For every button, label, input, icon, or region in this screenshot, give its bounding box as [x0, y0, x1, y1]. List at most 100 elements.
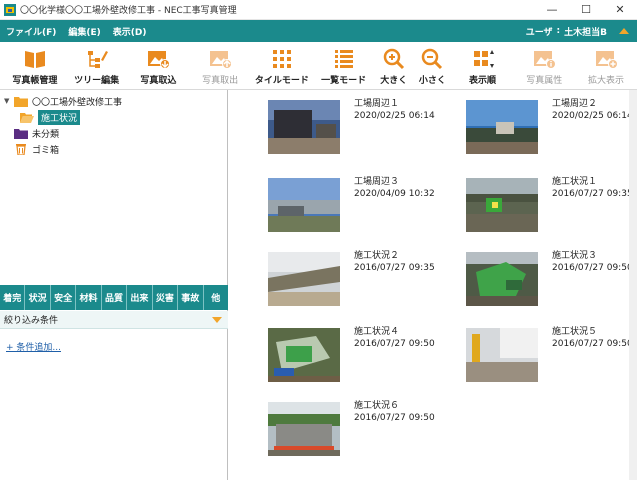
photo-attributes-label: 写真属性 — [526, 76, 563, 86]
filter-tab-workmanship[interactable]: 出来 — [127, 285, 153, 310]
photo-thumbnail[interactable] — [268, 402, 340, 456]
zoom-in-label: 大きく — [380, 76, 408, 86]
menu-view[interactable]: 表示(D) — [107, 25, 153, 38]
tree-item-project[interactable]: ▼ 〇〇工場外壁改修工事 — [0, 93, 228, 109]
photo-book-icon — [24, 51, 45, 68]
title-bar: 〇〇化学様〇〇工場外壁改修工事 - NEC工事写真管理 — ☐ ✕ — [0, 0, 637, 20]
filter-tab-completion[interactable]: 着完 — [0, 285, 26, 310]
photo-thumbnail[interactable] — [268, 328, 340, 382]
photo-item[interactable]: 施工状況５ 2016/07/27 09:50 — [466, 324, 637, 394]
tile-mode-icon — [272, 50, 291, 68]
tree-edit-icon — [87, 51, 108, 68]
photo-date: 2016/07/27 09:50 — [354, 339, 435, 349]
photo-book-label: 写真帳管理 — [12, 76, 58, 86]
enlarge-view-button[interactable]: 拡大表示 — [575, 42, 637, 90]
user-name: 土木担当B — [564, 27, 607, 38]
photo-name: 施工状況３ — [552, 251, 598, 261]
photo-name: 施工状況１ — [552, 177, 598, 187]
photo-name: 施工状況５ — [552, 327, 598, 337]
list-mode-label: 一覧モード — [321, 76, 367, 86]
close-icon: ✕ — [615, 3, 625, 16]
open-folder-icon — [20, 112, 34, 123]
tree-edit-button[interactable]: ツリー編集 — [66, 42, 128, 90]
photo-export-button[interactable]: 写真取出 — [189, 42, 251, 90]
tree-item-project-label: 〇〇工場外壁改修工事 — [32, 97, 123, 108]
tree-item-trash-label: ゴミ箱 — [32, 145, 60, 156]
user-area: ユーザ : 土木担当B — [526, 25, 637, 38]
enlarge-view-label: 拡大表示 — [588, 76, 625, 86]
menu-edit[interactable]: 編集(E) — [62, 25, 106, 38]
filter-tab-materials[interactable]: 材料 — [76, 285, 102, 310]
filter-tab-other[interactable]: 他 — [204, 285, 228, 310]
window-title: 〇〇化学様〇〇工場外壁改修工事 - NEC工事写真管理 — [20, 6, 237, 16]
photo-book-button[interactable]: 写真帳管理 — [4, 42, 66, 90]
scrollbar[interactable] — [629, 90, 637, 480]
sort-order-label: 表示順 — [469, 76, 497, 86]
tree-item-unsorted[interactable]: 未分類 — [0, 125, 228, 141]
photo-date: 2016/07/27 09:50 — [552, 339, 633, 349]
photo-attributes-button[interactable]: 写真属性 — [513, 42, 575, 90]
add-condition-link[interactable]: + 条件追加... — [6, 340, 61, 353]
zoom-out-button[interactable]: 小さく — [413, 42, 452, 90]
photo-item[interactable]: 工場周辺２ 2020/02/25 06:14 — [466, 96, 637, 166]
photo-item[interactable]: 施工状況４ 2016/07/27 09:50 — [268, 324, 453, 394]
zoom-out-icon — [422, 48, 443, 70]
collapse-ribbon-icon[interactable] — [619, 28, 629, 34]
photo-item[interactable]: 施工状況６ 2016/07/27 09:50 — [268, 398, 453, 468]
zoom-in-icon — [383, 48, 404, 70]
menu-file[interactable]: ファイル(F) — [0, 25, 62, 38]
left-pane: ▼ 〇〇工場外壁改修工事 施工状況 未分類 ゴミ箱 着完 状況 安全 材料 品質… — [0, 90, 228, 480]
photo-item[interactable]: 施工状況２ 2016/07/27 09:35 — [268, 248, 453, 318]
tree-item-trash[interactable]: ゴミ箱 — [0, 141, 228, 157]
photo-item[interactable]: 施工状況３ 2016/07/27 09:50 — [466, 248, 637, 318]
photo-thumbnail[interactable] — [466, 328, 538, 382]
photo-thumbnail[interactable] — [466, 178, 538, 232]
photo-import-label: 写真取込 — [140, 76, 177, 86]
folder-icon — [14, 96, 28, 107]
filter-tab-safety[interactable]: 安全 — [51, 285, 77, 310]
close-button[interactable]: ✕ — [603, 0, 637, 20]
zoom-out-label: 小さく — [418, 76, 446, 86]
collapse-arrow-icon[interactable]: ▼ — [4, 97, 14, 105]
sort-order-button[interactable]: 表示順 — [452, 42, 514, 90]
sort-order-icon — [473, 50, 494, 68]
photo-item[interactable]: 工場周辺３ 2020/04/09 10:32 — [268, 174, 453, 244]
photo-thumbnail[interactable] — [268, 100, 340, 154]
folder-tree: ▼ 〇〇工場外壁改修工事 施工状況 未分類 ゴミ箱 — [0, 90, 228, 285]
tile-mode-button[interactable]: タイルモード — [251, 42, 313, 90]
photo-thumbnail[interactable] — [268, 252, 340, 306]
toolbar: 写真帳管理 ツリー編集 写真取込 写真取出 タイルモード 一覧モード 大きく 小… — [0, 42, 637, 90]
unsorted-folder-icon — [14, 128, 28, 139]
menu-bar: ファイル(F) 編集(E) 表示(D) ユーザ : 土木担当B — [0, 20, 637, 42]
photo-date: 2020/02/25 06:14 — [354, 111, 435, 121]
photo-item[interactable]: 工場周辺１ 2020/02/25 06:14 — [268, 96, 453, 166]
minimize-button[interactable]: — — [535, 0, 569, 20]
tree-item-construction-status-label: 施工状況 — [38, 109, 81, 125]
photo-thumbnail[interactable] — [466, 100, 538, 154]
filter-tab-quality[interactable]: 品質 — [102, 285, 128, 310]
photo-name: 工場周辺１ — [354, 99, 400, 109]
filter-tab-status[interactable]: 状況 — [25, 285, 51, 310]
enlarge-view-icon — [596, 51, 619, 69]
chevron-down-icon — [212, 316, 222, 323]
trash-icon — [16, 143, 26, 155]
list-mode-button[interactable]: 一覧モード — [313, 42, 375, 90]
tree-edit-label: ツリー編集 — [74, 76, 120, 86]
photo-thumbnail[interactable] — [268, 178, 340, 232]
photo-date: 2016/07/27 09:50 — [552, 263, 633, 273]
photo-import-button[interactable]: 写真取込 — [128, 42, 190, 90]
photo-thumbnail[interactable] — [466, 252, 538, 306]
list-mode-icon — [334, 50, 353, 68]
photo-export-icon — [210, 51, 233, 69]
app-logo-icon — [4, 3, 16, 16]
maximize-button[interactable]: ☐ — [569, 0, 603, 20]
maximize-icon: ☐ — [581, 3, 591, 16]
tree-item-construction-status[interactable]: 施工状況 — [0, 109, 228, 125]
zoom-in-button[interactable]: 大きく — [375, 42, 414, 90]
filter-condition-label: 絞り込み条件 — [4, 316, 59, 326]
photo-item[interactable]: 施工状況１ 2016/07/27 09:35 — [466, 174, 637, 244]
photo-name: 施工状況６ — [354, 401, 400, 411]
filter-tab-disaster[interactable]: 災害 — [153, 285, 179, 310]
filter-condition-dropdown[interactable]: 絞り込み条件 — [0, 311, 228, 329]
filter-tab-accident[interactable]: 事故 — [178, 285, 204, 310]
